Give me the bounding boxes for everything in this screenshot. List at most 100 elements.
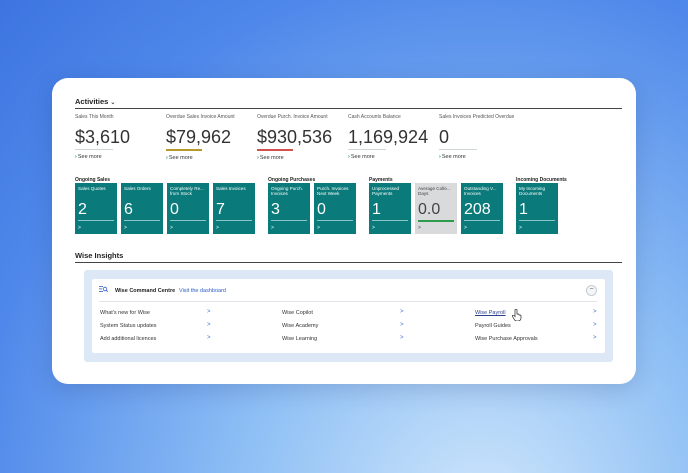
link-wise-copilot[interactable]: Wise Copilot [282, 310, 313, 316]
tile-outstanding-vendor-invoices[interactable]: Outstanding V... Invoices 208 > [461, 183, 503, 234]
tile-divider [170, 220, 206, 221]
see-more-link[interactable]: ›See more [75, 154, 160, 160]
tile-value: 0.0 [418, 201, 441, 218]
command-centre-title: Wise Command Centre [115, 288, 176, 294]
chevron-right-icon: > [464, 225, 467, 231]
tile-label: Sales Quotes [78, 186, 106, 191]
chevron-right-icon: > [317, 225, 320, 231]
see-more-label: See more [441, 154, 466, 160]
tile-value: 208 [464, 201, 491, 218]
tile-divider [519, 220, 555, 221]
chevron-right-icon: > [78, 225, 81, 231]
chevron-right-icon: > [124, 225, 127, 231]
activities-title: Activities [75, 97, 109, 106]
chevron-right-icon[interactable]: > [207, 335, 211, 341]
see-more-link[interactable]: ›See more [439, 154, 524, 160]
tile-ongoing-purch-invoices[interactable]: Ongoing Purch. Invoices 3 > [268, 183, 310, 234]
chevron-right-icon[interactable]: > [593, 322, 597, 328]
link-additional-licences[interactable]: Add additional licences [100, 336, 156, 342]
kpi-sales-invoices-predicted-overdue[interactable]: Sales Invoices Predicted Overdue 0 ›See … [439, 114, 524, 160]
chevron-right-icon: › [257, 155, 259, 161]
tile-divider [271, 220, 307, 221]
chevron-right-icon: › [439, 154, 441, 160]
kpi-cash-accounts-balance[interactable]: Cash Accounts Balance 1,169,924 ›See mor… [348, 114, 433, 160]
see-more-label: See more [259, 155, 284, 161]
tile-value: 7 [216, 201, 225, 218]
chevron-right-icon: > [418, 225, 421, 231]
tile-sales-orders[interactable]: Sales Orders 6 > [121, 183, 163, 234]
chevron-right-icon: > [216, 225, 219, 231]
tile-label: My Incoming Documents [519, 186, 546, 197]
tile-label: Purch. Invoices Next Week [317, 186, 349, 197]
chevron-right-icon[interactable]: > [593, 335, 597, 341]
link-payroll-guides[interactable]: Payroll Guides [475, 323, 511, 329]
tile-label: Sales Invoices [216, 186, 246, 191]
tile-average-collection-days[interactable]: Average Colle... Days 0.0 > [415, 183, 457, 234]
tile-divider [124, 220, 160, 221]
tile-sales-invoices[interactable]: Sales Invoices 7 > [213, 183, 255, 234]
tile-divider [372, 220, 408, 221]
tile-my-incoming-documents[interactable]: My Incoming Documents 1 > [516, 183, 558, 234]
see-more-link[interactable]: ›See more [257, 155, 342, 161]
chevron-right-icon[interactable]: > [207, 309, 211, 315]
insights-title: Wise Insights [75, 251, 124, 260]
link-system-status[interactable]: System Status updates [100, 323, 157, 329]
see-more-label: See more [168, 155, 193, 161]
tile-label: Average Colle... Days [418, 186, 451, 197]
chevron-right-icon: › [348, 154, 350, 160]
kpi-value[interactable]: $930,536 [257, 127, 342, 147]
kpi-label: Cash Accounts Balance [348, 114, 401, 120]
kpi-status-bar [166, 149, 202, 151]
tile-sales-quotes[interactable]: Sales Quotes 2 > [75, 183, 117, 234]
tile-divider [464, 220, 500, 221]
tile-value: 0 [317, 201, 326, 218]
link-wise-academy[interactable]: Wise Academy [282, 323, 318, 329]
see-more-link[interactable]: ›See more [166, 155, 251, 161]
tile-value: 1 [372, 201, 381, 218]
activities-heading[interactable]: Activities ⌄ [75, 97, 115, 106]
chevron-down-icon[interactable]: ⌄ [110, 100, 115, 106]
link-wise-payroll[interactable]: Wise Payroll [475, 310, 506, 316]
tile-value: 3 [271, 201, 280, 218]
kpi-divider [75, 149, 113, 150]
link-whats-new[interactable]: What's new for Wise [100, 310, 150, 316]
tile-value: 0 [170, 201, 179, 218]
see-more-label: See more [77, 154, 102, 160]
chevron-right-icon[interactable]: > [593, 309, 597, 315]
tile-status-bar [418, 220, 454, 222]
chevron-right-icon[interactable]: > [400, 322, 404, 328]
kpi-divider [348, 149, 386, 150]
link-purchase-approvals[interactable]: Wise Purchase Approvals [475, 336, 538, 342]
command-centre-divider [99, 301, 597, 302]
tile-divider [317, 220, 353, 221]
kpi-value[interactable]: $79,962 [166, 127, 251, 147]
tile-label: Outstanding V... Invoices [464, 186, 497, 197]
kpi-value[interactable]: $3,610 [75, 127, 160, 147]
chevron-right-icon: › [166, 155, 168, 161]
kpi-sales-this-month[interactable]: Sales This Month $3,610 ›See more [75, 114, 160, 160]
kpi-value[interactable]: 0 [439, 127, 524, 147]
link-wise-learning[interactable]: Wise Learning [282, 336, 317, 342]
chevron-right-icon: > [271, 225, 274, 231]
kpi-label: Sales This Month [75, 114, 114, 120]
chevron-right-icon[interactable]: > [400, 335, 404, 341]
list-search-icon [99, 286, 108, 293]
tile-divider [216, 220, 252, 221]
tile-unprocessed-payments[interactable]: Unprocessed Payments 1 > [369, 183, 411, 234]
kpi-overdue-sales-invoice[interactable]: Overdue Sales Invoice Amount $79,962 ›Se… [166, 114, 251, 161]
tile-value: 1 [519, 201, 528, 218]
visit-dashboard-link[interactable]: Visit the dashboard [179, 288, 226, 294]
chevron-right-icon: › [75, 154, 77, 160]
tile-completely-reserved[interactable]: Completely Re... from Stock 0 > [167, 183, 209, 234]
chevron-right-icon[interactable]: > [207, 322, 211, 328]
chevron-right-icon[interactable]: > [400, 309, 404, 315]
collapse-button[interactable]: − [586, 285, 597, 296]
chevron-right-icon: > [170, 225, 173, 231]
chevron-right-icon: > [519, 225, 522, 231]
kpi-value[interactable]: 1,169,924 [348, 127, 433, 147]
tile-value: 6 [124, 201, 133, 218]
kpi-overdue-purch-invoice[interactable]: Overdue Purch. Invoice Amount $930,536 ›… [257, 114, 342, 161]
see-more-link[interactable]: ›See more [348, 154, 433, 160]
tile-purch-invoices-next-week[interactable]: Purch. Invoices Next Week 0 > [314, 183, 356, 234]
kpi-label: Overdue Sales Invoice Amount [166, 114, 235, 120]
